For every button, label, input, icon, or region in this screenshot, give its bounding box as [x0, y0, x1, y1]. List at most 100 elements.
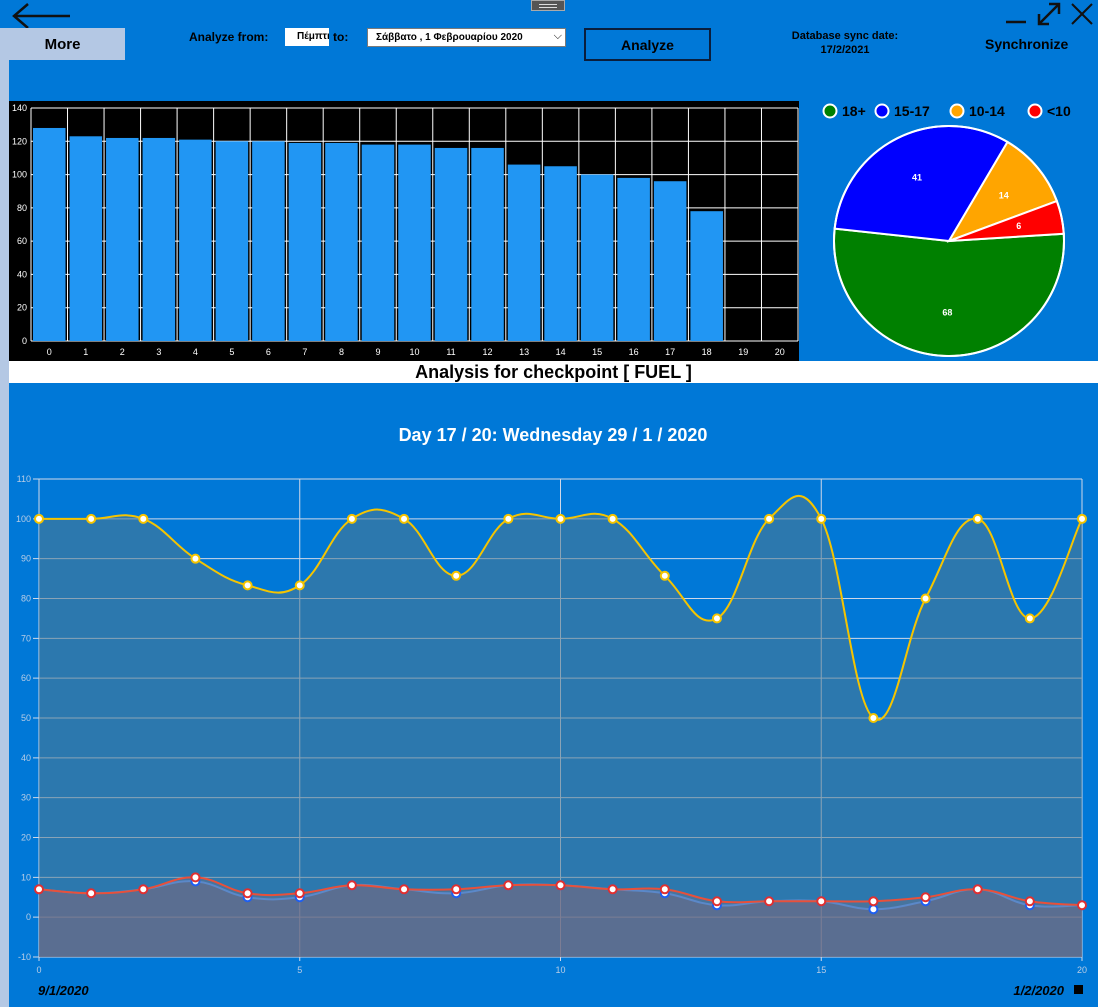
- sync-date-info: Database sync date: 17/2/2021: [770, 29, 920, 57]
- x-tick-label: 5: [297, 965, 302, 975]
- data-point: [607, 513, 618, 524]
- drag-handle[interactable]: [531, 0, 565, 11]
- chevron-down-icon: ⌵: [553, 30, 562, 42]
- x-tick-label: 15: [592, 347, 602, 357]
- bar: [653, 181, 687, 341]
- to-date-value: Σάββατο , 1 Φεβρουαρίου 2020: [376, 32, 523, 43]
- bar: [398, 144, 431, 341]
- bar: [544, 166, 577, 341]
- data-point: [294, 580, 305, 591]
- y-tick-label: -10: [18, 952, 31, 962]
- to-date-picker[interactable]: Σάββατο , 1 Φεβρουαρίου 2020 ⌵: [367, 28, 566, 47]
- data-point: [1077, 513, 1087, 524]
- bar: [215, 141, 249, 341]
- x-tick-label: 19: [738, 347, 748, 357]
- data-point: [86, 888, 97, 899]
- data-point: [190, 872, 201, 883]
- y-tick-label: 70: [21, 633, 31, 643]
- bar: [288, 142, 322, 341]
- pie-slice: [833, 227, 1065, 357]
- x-tick-label: 20: [1077, 965, 1087, 975]
- pie-data-label: 14: [999, 190, 1009, 200]
- y-tick-label: 0: [22, 336, 27, 346]
- data-point: [659, 884, 670, 895]
- bar: [507, 164, 541, 341]
- data-point: [816, 513, 827, 524]
- data-point: [972, 884, 983, 895]
- x-tick-label: 4: [193, 347, 198, 357]
- x-tick-label: 16: [629, 347, 639, 357]
- x-tick-label: 15: [816, 965, 826, 975]
- from-date-picker[interactable]: Πέμπτη: [285, 28, 329, 46]
- x-tick-label: 11: [446, 347, 455, 357]
- x-tick-label: 12: [483, 347, 493, 357]
- y-tick-label: 100: [16, 514, 31, 524]
- pie-chart: 18+ 15-17 10-14 <10 68 41 14 6: [822, 103, 1071, 357]
- y-tick-label: 140: [12, 103, 27, 113]
- legend-label: 15-17: [894, 103, 930, 119]
- legend-label: 10-14: [969, 103, 1005, 119]
- pie-data-label: 41: [912, 172, 922, 182]
- legend-marker: [1027, 103, 1043, 119]
- data-point: [399, 513, 410, 524]
- data-point: [868, 896, 879, 907]
- bar-chart: 0204060801001201400 1 2 3 4 5 6 7 8 9 10 11 12 13 14 15…: [9, 101, 799, 361]
- x-tick-label: 0: [36, 965, 41, 975]
- line-chart: Day 17 / 20: Wednesday 29 / 1 / 2020 -10 0…: [16, 425, 1087, 998]
- to-label: to:: [333, 30, 349, 44]
- analyze-button[interactable]: Analyze: [584, 28, 711, 61]
- y-tick-label: 20: [21, 833, 31, 843]
- data-point: [242, 888, 253, 899]
- y-tick-label: 30: [21, 793, 31, 803]
- legend-marker: [949, 103, 965, 119]
- y-tick-label: 40: [21, 753, 31, 763]
- bar: [142, 137, 176, 341]
- bar: [617, 177, 650, 341]
- data-point: [711, 613, 722, 624]
- data-point: [399, 884, 410, 895]
- bar: [33, 127, 66, 341]
- maximize-icon[interactable]: [1034, 0, 1064, 28]
- data-point: [711, 896, 722, 907]
- data-point: [138, 513, 149, 524]
- x-tick-label: 10: [409, 347, 419, 357]
- y-tick-label: 120: [12, 136, 27, 146]
- bar: [106, 137, 139, 341]
- data-point: [816, 896, 827, 907]
- sync-date-value: 17/2/2021: [820, 44, 870, 56]
- synchronize-button[interactable]: Synchronize: [985, 36, 1068, 52]
- y-tick-label: 0: [26, 912, 31, 922]
- minimize-icon[interactable]: [1004, 0, 1028, 26]
- stop-square-icon: [1074, 985, 1083, 994]
- x-tick-label: 3: [156, 347, 161, 357]
- y-tick-label: 80: [17, 203, 27, 213]
- bar: [690, 211, 723, 341]
- y-tick-label: 50: [21, 713, 31, 723]
- y-tick-label: 100: [12, 170, 27, 180]
- data-point: [190, 553, 201, 564]
- data-point: [138, 884, 149, 895]
- close-icon[interactable]: [1068, 0, 1096, 28]
- y-tick-label: 60: [17, 236, 27, 246]
- data-point: [868, 904, 879, 915]
- data-point: [242, 580, 253, 591]
- legend-label: <10: [1047, 103, 1071, 119]
- y-tick-label: 40: [17, 269, 27, 279]
- x-tick-label: 6: [266, 347, 271, 357]
- data-point: [972, 513, 983, 524]
- data-point: [346, 880, 357, 891]
- data-point: [1024, 613, 1035, 624]
- bar: [252, 141, 285, 341]
- x-tick-label: 7: [302, 347, 307, 357]
- more-button[interactable]: More: [0, 28, 125, 60]
- end-date-label: 1/2/2020: [1013, 983, 1064, 998]
- y-tick-label: 90: [21, 554, 31, 564]
- data-point: [503, 880, 514, 891]
- x-tick-label: 20: [775, 347, 785, 357]
- back-arrow-icon[interactable]: [10, 2, 72, 30]
- y-tick-label: 10: [21, 872, 31, 882]
- legend-marker: [874, 103, 890, 119]
- bar: [325, 142, 358, 341]
- legend-marker: [822, 103, 838, 119]
- left-edge-strip: [0, 60, 9, 1007]
